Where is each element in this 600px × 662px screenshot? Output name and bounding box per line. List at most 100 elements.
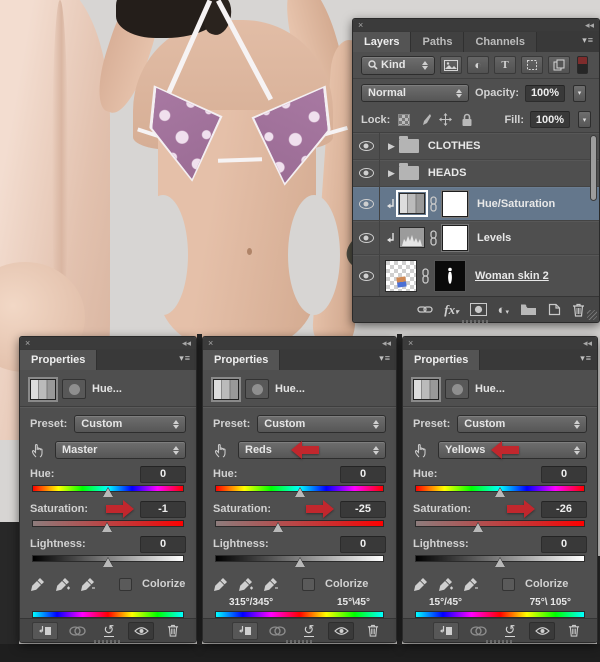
eyedropper-plus-icon[interactable] bbox=[438, 577, 453, 592]
panel-menu-icon[interactable]: ▾≡ bbox=[379, 353, 391, 364]
levels-thumbnail[interactable] bbox=[399, 227, 425, 248]
new-layer-button[interactable] bbox=[548, 303, 561, 316]
layer-row-heads[interactable]: ▶ HEADS bbox=[353, 160, 599, 187]
add-adjustment-layer-button[interactable]: ◐▾ bbox=[498, 302, 509, 317]
collapse-icon[interactable]: ◂◂ bbox=[583, 338, 592, 348]
close-icon[interactable]: × bbox=[208, 338, 213, 348]
tab-layers[interactable]: Layers bbox=[353, 32, 412, 52]
tab-properties[interactable]: Properties bbox=[20, 350, 98, 370]
lock-transparency-button[interactable] bbox=[396, 113, 411, 127]
layer-mask-thumbnail[interactable] bbox=[441, 223, 469, 252]
collapse-icon[interactable]: ◂◂ bbox=[382, 338, 391, 348]
collapse-icon[interactable]: ◂◂ bbox=[585, 20, 594, 30]
preset-dropdown[interactable]: Custom bbox=[74, 415, 186, 433]
panel-grip[interactable] bbox=[486, 640, 514, 643]
filter-smart-objects-button[interactable] bbox=[548, 56, 570, 74]
view-previous-state-button[interactable] bbox=[465, 622, 491, 640]
panel-grip[interactable] bbox=[462, 320, 490, 323]
expand-triangle-icon[interactable]: ▶ bbox=[388, 141, 395, 152]
hue-value[interactable]: 0 bbox=[541, 465, 587, 483]
resize-grip[interactable] bbox=[587, 310, 597, 320]
clip-to-layer-button[interactable] bbox=[32, 621, 58, 640]
preset-dropdown[interactable]: Custom bbox=[257, 415, 386, 433]
delete-adjustment-button[interactable] bbox=[360, 622, 386, 640]
saturation-value[interactable]: -25 bbox=[340, 500, 386, 518]
reset-button[interactable]: ↺ bbox=[96, 622, 122, 640]
lock-position-button[interactable] bbox=[438, 113, 453, 127]
filter-adjustment-layers-button[interactable]: ◐ bbox=[467, 56, 489, 74]
delete-adjustment-button[interactable] bbox=[561, 622, 587, 640]
eyedropper-plus-icon[interactable] bbox=[238, 577, 253, 592]
mask-icon[interactable] bbox=[62, 379, 86, 399]
lightness-slider-thumb[interactable] bbox=[294, 558, 305, 567]
layer-style-button[interactable]: fx▾ bbox=[444, 302, 458, 318]
view-previous-state-button[interactable] bbox=[264, 622, 290, 640]
targeted-adjustment-icon[interactable] bbox=[213, 442, 231, 458]
tab-channels[interactable]: Channels bbox=[464, 32, 537, 52]
hue-saturation-thumbnail[interactable] bbox=[399, 193, 425, 214]
opacity-dropdown-button[interactable]: ▾ bbox=[573, 84, 587, 102]
eyedropper-icon[interactable] bbox=[213, 577, 228, 592]
layer-row-clothes[interactable]: ▶ CLOTHES bbox=[353, 133, 599, 160]
layer-mask-thumbnail[interactable] bbox=[441, 189, 469, 218]
tab-properties[interactable]: Properties bbox=[203, 350, 281, 370]
layer-mask-thumbnail[interactable] bbox=[434, 259, 466, 292]
toggle-visibility-button[interactable] bbox=[128, 621, 154, 640]
panel-grip[interactable] bbox=[94, 640, 122, 643]
layers-scrollbar[interactable] bbox=[590, 135, 597, 201]
saturation-slider-track[interactable] bbox=[415, 520, 585, 527]
colorize-checkbox[interactable] bbox=[119, 577, 132, 591]
channel-dropdown[interactable]: Master bbox=[55, 441, 186, 459]
mask-icon[interactable] bbox=[245, 379, 269, 399]
layer-filter-toggle[interactable] bbox=[577, 56, 588, 74]
layer-name[interactable]: Levels bbox=[477, 232, 511, 244]
hue-slider-thumb[interactable] bbox=[495, 488, 505, 497]
mask-icon[interactable] bbox=[445, 379, 469, 399]
colorize-checkbox[interactable] bbox=[502, 577, 515, 591]
preset-dropdown[interactable]: Custom bbox=[457, 415, 587, 433]
visibility-toggle[interactable] bbox=[353, 133, 380, 159]
collapse-icon[interactable]: ◂◂ bbox=[182, 338, 191, 348]
lock-paint-button[interactable] bbox=[417, 113, 432, 127]
layer-name[interactable]: Hue/Saturation bbox=[477, 198, 555, 210]
panel-menu-icon[interactable]: ▾≡ bbox=[582, 35, 594, 46]
close-icon[interactable]: × bbox=[358, 20, 363, 30]
visibility-toggle[interactable] bbox=[353, 255, 380, 296]
view-previous-state-button[interactable] bbox=[64, 622, 90, 640]
filter-type-layers-button[interactable]: T bbox=[494, 56, 516, 74]
saturation-slider-thumb[interactable] bbox=[102, 523, 113, 532]
reset-button[interactable]: ↺ bbox=[296, 622, 322, 640]
blend-mode-dropdown[interactable]: Normal bbox=[361, 84, 469, 102]
toggle-visibility-button[interactable] bbox=[328, 621, 354, 640]
targeted-adjustment-icon[interactable] bbox=[413, 442, 431, 458]
layer-thumbnail[interactable] bbox=[385, 259, 417, 292]
layer-name[interactable]: HEADS bbox=[428, 167, 467, 179]
saturation-slider-thumb[interactable] bbox=[273, 523, 284, 532]
clip-to-layer-button[interactable] bbox=[433, 621, 459, 640]
lightness-value[interactable]: 0 bbox=[340, 535, 386, 553]
delete-layer-button[interactable] bbox=[572, 303, 585, 317]
link-layers-button[interactable] bbox=[417, 305, 433, 314]
visibility-toggle[interactable] bbox=[353, 221, 380, 254]
tab-paths[interactable]: Paths bbox=[411, 32, 465, 52]
hue-slider-thumb[interactable] bbox=[294, 488, 305, 497]
eyedropper-minus-icon[interactable] bbox=[463, 577, 478, 592]
visibility-toggle[interactable] bbox=[353, 187, 380, 220]
eyedropper-icon[interactable] bbox=[413, 577, 428, 592]
eyedropper-plus-icon[interactable] bbox=[55, 577, 70, 592]
hue-value[interactable]: 0 bbox=[140, 465, 186, 483]
layer-name[interactable]: CLOTHES bbox=[428, 140, 481, 152]
delete-adjustment-button[interactable] bbox=[160, 622, 186, 640]
lightness-slider-thumb[interactable] bbox=[103, 558, 113, 567]
close-icon[interactable]: × bbox=[408, 338, 413, 348]
fill-value[interactable]: 100% bbox=[530, 111, 570, 128]
eyedropper-icon[interactable] bbox=[30, 577, 45, 592]
saturation-value[interactable]: -1 bbox=[140, 500, 186, 518]
hue-value[interactable]: 0 bbox=[340, 465, 386, 483]
panel-menu-icon[interactable]: ▾≡ bbox=[580, 353, 592, 364]
saturation-slider-track[interactable] bbox=[215, 520, 384, 527]
filter-shape-layers-button[interactable] bbox=[521, 56, 543, 74]
eyedropper-minus-icon[interactable] bbox=[80, 577, 95, 592]
opacity-value[interactable]: 100% bbox=[525, 84, 566, 102]
fill-dropdown-button[interactable]: ▾ bbox=[578, 111, 591, 128]
